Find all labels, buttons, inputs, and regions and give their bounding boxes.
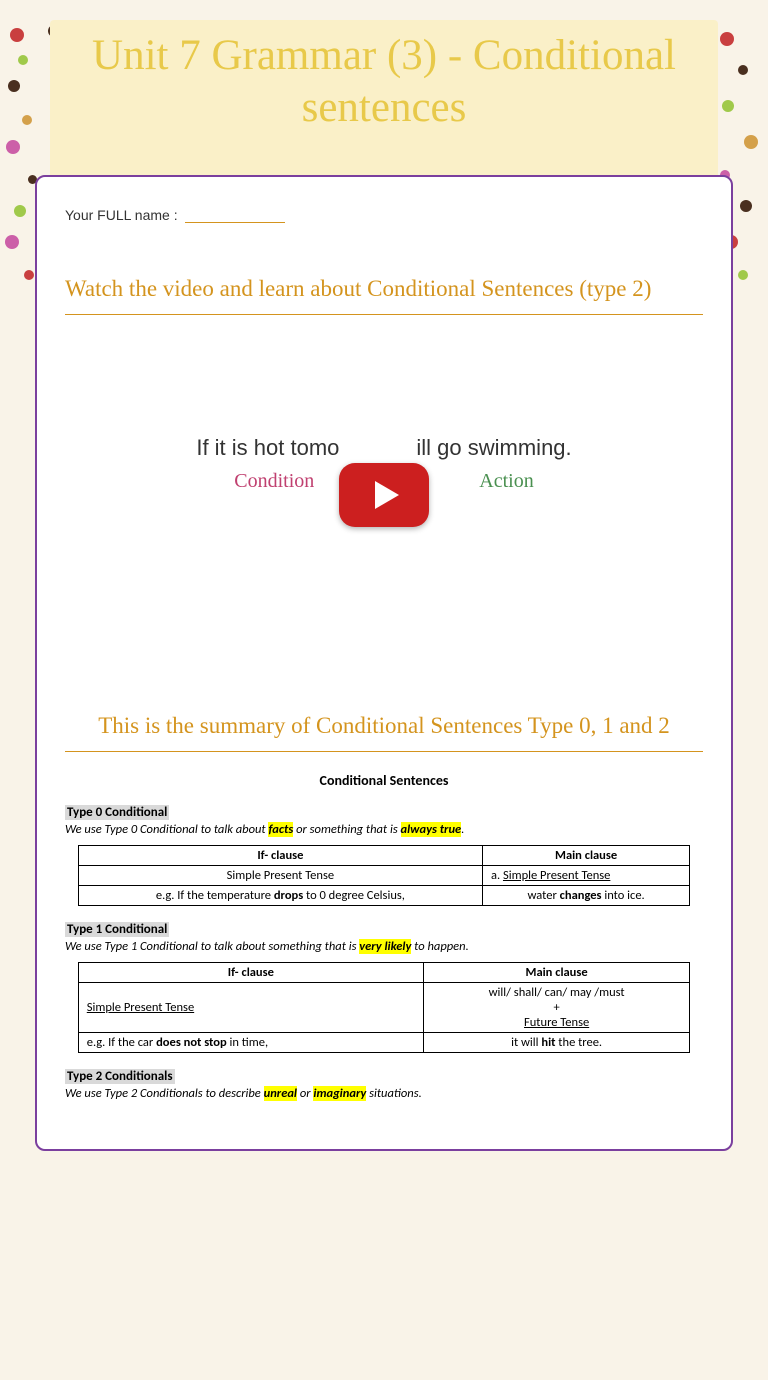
confetti-dot xyxy=(18,55,28,65)
video-embed[interactable]: If it is hot tomoxxxxxxxill go swimming.… xyxy=(65,335,703,655)
confetti-dot xyxy=(738,270,748,280)
page-title: Unit 7 Grammar (3) - Conditional sentenc… xyxy=(70,30,698,133)
type1-desc: We use Type 1 Conditional to talk about … xyxy=(65,939,703,954)
page-title-box: Unit 7 Grammar (3) - Conditional sentenc… xyxy=(50,20,718,195)
type1-header: Type 1 Conditional xyxy=(65,922,169,937)
worksheet-card: Your FULL name : Watch the video and lea… xyxy=(35,175,733,1151)
type2-desc: We use Type 2 Conditionals to describe u… xyxy=(65,1086,703,1101)
type0-table: If- clauseMain clause Simple Present Ten… xyxy=(78,845,690,906)
confetti-dot xyxy=(24,270,34,280)
play-icon xyxy=(375,481,399,509)
confetti-dot xyxy=(14,205,26,217)
confetti-dot xyxy=(722,100,734,112)
type0-header: Type 0 Conditional xyxy=(65,805,169,820)
type1-table: If- clauseMain clause Simple Present Ten… xyxy=(78,962,690,1053)
section-video-title: Watch the video and learn about Conditio… xyxy=(65,273,703,315)
video-example-sentence: If it is hot tomoxxxxxxxill go swimming. xyxy=(65,435,703,461)
section-summary-title: This is the summary of Conditional Sente… xyxy=(65,710,703,752)
name-field-row: Your FULL name : xyxy=(65,207,703,223)
youtube-play-button[interactable] xyxy=(339,463,429,527)
confetti-dot xyxy=(738,65,748,75)
summary-heading: Conditional Sentences xyxy=(65,772,703,789)
confetti-dot xyxy=(10,28,24,42)
confetti-dot xyxy=(6,140,20,154)
type2-header: Type 2 Conditionals xyxy=(65,1069,175,1084)
confetti-dot xyxy=(8,80,20,92)
confetti-dot xyxy=(720,32,734,46)
name-label: Your FULL name : xyxy=(65,207,178,223)
confetti-dot xyxy=(744,135,758,149)
name-input[interactable] xyxy=(185,207,285,223)
summary-content: Conditional Sentences Type 0 Conditional… xyxy=(65,772,703,1101)
type0-desc: We use Type 0 Conditional to talk about … xyxy=(65,822,703,837)
confetti-dot xyxy=(5,235,19,249)
confetti-dot xyxy=(740,200,752,212)
confetti-dot xyxy=(22,115,32,125)
